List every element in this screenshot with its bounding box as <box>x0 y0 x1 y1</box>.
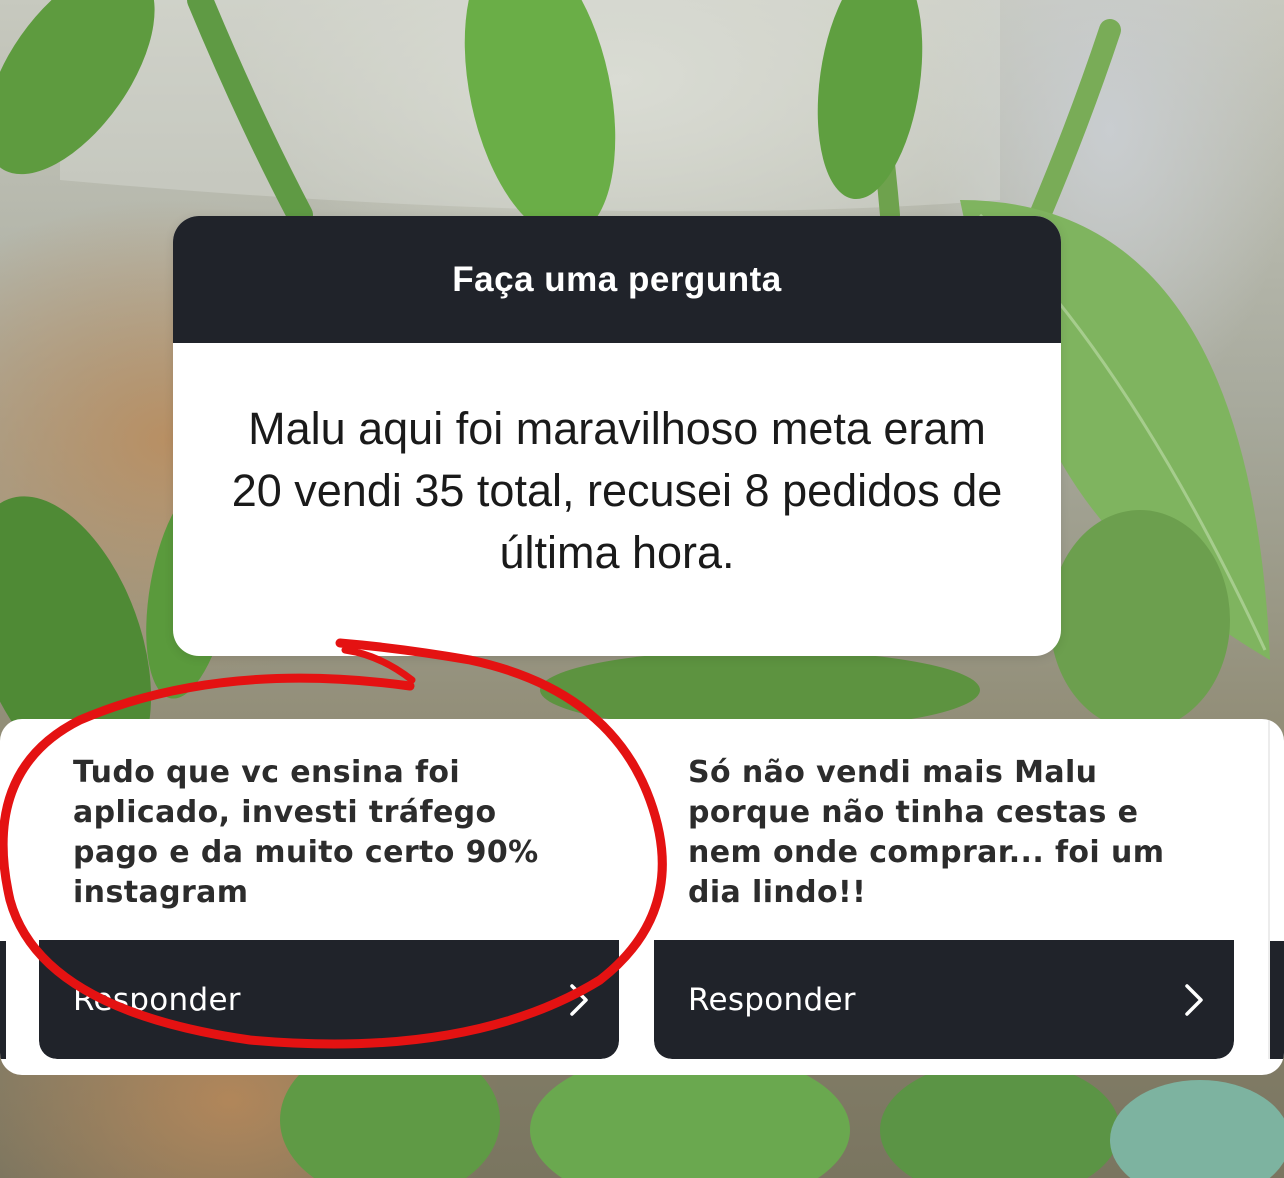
respond-button-label: Responder <box>73 981 241 1018</box>
respond-button-label: Responder <box>688 981 856 1018</box>
respond-button[interactable]: Responder <box>39 940 619 1059</box>
response-text: Só não vendi mais Malu porque não tinha … <box>688 755 1165 910</box>
question-card: Faça uma pergunta Malu aqui foi maravilh… <box>173 216 1061 656</box>
question-text: Malu aqui foi maravilhoso meta eram 20 v… <box>231 402 1003 578</box>
response-text: Tudo que vc ensina foi aplicado, investi… <box>73 755 539 910</box>
question-header: Faça uma pergunta <box>173 216 1061 343</box>
prev-card-edge <box>0 941 6 1059</box>
response-card: Só não vendi mais Malu porque não tinha … <box>654 719 1234 1059</box>
chevron-right-icon <box>570 983 588 1016</box>
respond-button[interactable]: Responder <box>654 940 1234 1059</box>
response-card: Tudo que vc ensina foi aplicado, investi… <box>39 719 619 1059</box>
next-card-border <box>1268 719 1270 1059</box>
next-card-edge <box>1268 941 1284 1059</box>
responses-strip: Tudo que vc ensina foi aplicado, investi… <box>0 719 1284 1075</box>
chevron-right-icon <box>1185 983 1203 1016</box>
